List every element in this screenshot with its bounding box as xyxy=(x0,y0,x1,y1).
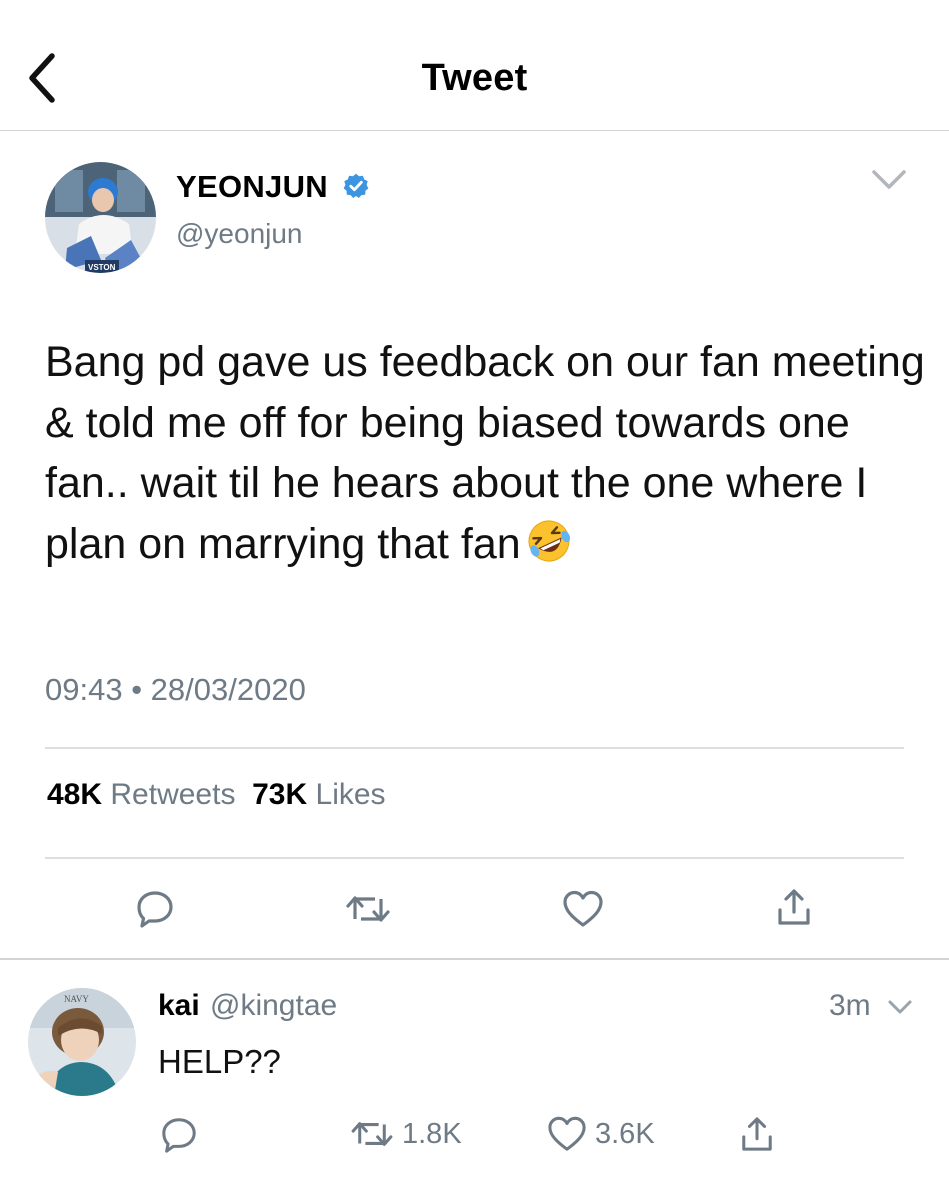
reply-retweet-count: 1.8K xyxy=(402,1117,462,1150)
share-icon xyxy=(742,1117,772,1151)
reply-timestamp: 3m xyxy=(829,989,871,1022)
retweet-icon xyxy=(346,896,390,922)
retweet-icon xyxy=(351,1122,393,1146)
avatar-caption: NAVY xyxy=(64,994,89,1004)
tweet-body: Bang pd gave us feedback on our fan meet… xyxy=(45,338,925,568)
reply-text: HELP?? xyxy=(158,1043,281,1080)
likes-label[interactable]: Likes xyxy=(316,778,386,811)
reply-author-handle[interactable]: @kingtae xyxy=(210,989,337,1023)
laughing-emoji-icon xyxy=(528,520,570,562)
retweet-button[interactable] xyxy=(345,891,391,927)
reply-author-name[interactable]: kai xyxy=(158,989,200,1023)
author-handle[interactable]: @yeonjun xyxy=(176,218,303,250)
reply-more-options-chevron-icon[interactable] xyxy=(887,998,913,1016)
avatar-caption: VSTON xyxy=(88,263,116,272)
tweet-text: Bang pd gave us feedback on our fan meet… xyxy=(45,332,925,574)
heart-icon xyxy=(548,1116,586,1151)
divider xyxy=(45,747,904,749)
like-button[interactable] xyxy=(562,889,604,929)
reply-button[interactable] xyxy=(135,888,175,928)
reply-retweet-button[interactable]: 1.8K xyxy=(350,1114,462,1154)
verified-badge-icon xyxy=(343,173,369,199)
reply-share-button[interactable] xyxy=(740,1114,774,1154)
more-options-chevron-icon[interactable] xyxy=(871,167,907,193)
comment-icon xyxy=(162,1118,196,1153)
reply-like-button[interactable]: 3.6K xyxy=(547,1114,655,1154)
retweets-count[interactable]: 48K xyxy=(47,778,102,811)
share-button[interactable] xyxy=(776,887,812,927)
reply-like-count: 3.6K xyxy=(595,1117,655,1150)
engagement-stats: 48K Retweets 73K Likes xyxy=(47,778,386,812)
retweets-label[interactable]: Retweets xyxy=(110,778,235,811)
reply-reply-button[interactable] xyxy=(160,1114,198,1154)
tweet-timestamp: 09:43 • 28/03/2020 xyxy=(45,672,306,707)
author-name[interactable]: YEONJUN xyxy=(176,169,328,205)
likes-count[interactable]: 73K xyxy=(252,778,307,811)
divider xyxy=(45,857,904,859)
share-icon xyxy=(778,889,810,925)
reply-author-avatar[interactable]: NAVY xyxy=(28,988,136,1096)
section-divider xyxy=(0,958,949,960)
author-avatar[interactable]: VSTON xyxy=(45,162,156,273)
heart-icon xyxy=(563,890,603,927)
comment-icon xyxy=(137,891,173,928)
top-bar: Tweet xyxy=(0,0,949,131)
page-title: Tweet xyxy=(421,57,528,99)
